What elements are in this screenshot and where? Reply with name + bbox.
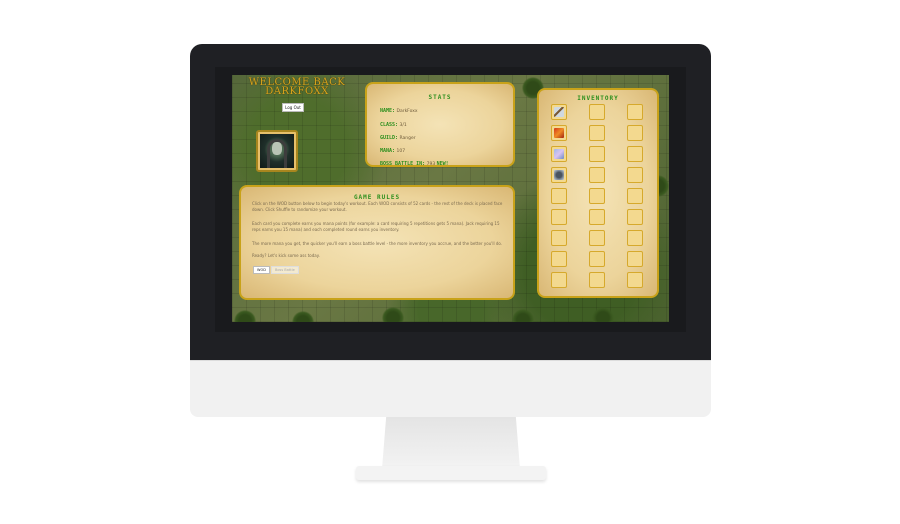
new-badge: NEW! bbox=[436, 161, 449, 167]
crystal-icon bbox=[554, 149, 564, 159]
inventory-slot[interactable] bbox=[551, 188, 567, 204]
username-line: DARKFOXX bbox=[265, 86, 329, 97]
inventory-slot[interactable] bbox=[589, 272, 605, 288]
inventory-slot[interactable] bbox=[551, 125, 567, 141]
game-rules-panel: GAME RULES Click on the WOD button below… bbox=[239, 185, 515, 300]
stat-mana-key: MANA: bbox=[380, 148, 396, 154]
tree bbox=[512, 309, 534, 322]
armor-icon bbox=[554, 170, 564, 180]
boss-battle-button[interactable]: Boss Battle bbox=[271, 266, 299, 274]
monitor-chin bbox=[190, 360, 711, 417]
inventory-slot[interactable] bbox=[589, 146, 605, 162]
rules-paragraph: The more mana you get, the quicker you'l… bbox=[252, 241, 503, 246]
inventory-slot[interactable] bbox=[627, 251, 643, 267]
fire-icon bbox=[554, 128, 564, 138]
inventory-slot[interactable] bbox=[551, 251, 567, 267]
inventory-slot[interactable] bbox=[627, 272, 643, 288]
stat-class: CLASS: 3/1 bbox=[380, 122, 407, 128]
inventory-slot[interactable] bbox=[589, 230, 605, 246]
stat-name-value: DarkFoxx bbox=[396, 109, 418, 114]
tree bbox=[592, 307, 614, 322]
inventory-slot[interactable] bbox=[627, 188, 643, 204]
rules-title: GAME RULES bbox=[353, 194, 401, 201]
welcome-title: WELCOME BACK DARKFOXX bbox=[242, 78, 352, 97]
inventory-slot[interactable] bbox=[627, 125, 643, 141]
inventory-slot[interactable] bbox=[627, 167, 643, 183]
stat-name: NAME: DarkFoxx bbox=[380, 108, 418, 114]
stat-guild-value: Ranger bbox=[399, 136, 416, 141]
stats-panel: STATS NAME: DarkFoxx CLASS: 3/1 GUILD: R… bbox=[365, 82, 515, 167]
inventory-slot[interactable] bbox=[627, 104, 643, 120]
tree bbox=[382, 307, 404, 322]
inventory-slot[interactable] bbox=[627, 230, 643, 246]
logout-button[interactable]: Log Out bbox=[282, 103, 304, 112]
rules-paragraph: Each card you complete earns you mana po… bbox=[252, 221, 500, 232]
stat-guild: GUILD: Ranger bbox=[380, 135, 416, 141]
inventory-slot[interactable] bbox=[551, 272, 567, 288]
inventory-slot[interactable] bbox=[589, 188, 605, 204]
stat-boss-key: BOSS BATTLE IN: bbox=[380, 161, 426, 167]
inventory-slot[interactable] bbox=[551, 104, 567, 120]
tree bbox=[234, 310, 256, 322]
rules-paragraph: Click on the WOD button below to begin t… bbox=[252, 201, 503, 212]
stat-mana: MANA: 107 bbox=[380, 148, 405, 154]
sword-icon bbox=[554, 107, 564, 117]
monitor-stand-foot bbox=[356, 466, 546, 480]
stat-class-key: CLASS: bbox=[380, 122, 399, 128]
avatar bbox=[256, 130, 298, 172]
inventory-slot[interactable] bbox=[551, 146, 567, 162]
monitor-stand-neck bbox=[382, 417, 520, 469]
inventory-title: INVENTORY bbox=[577, 95, 619, 102]
stat-boss-battle: BOSS BATTLE IN: 793 NEW! bbox=[380, 161, 449, 167]
inventory-slot[interactable] bbox=[589, 167, 605, 183]
stat-name-key: NAME: bbox=[380, 108, 396, 114]
inventory-slot[interactable] bbox=[589, 125, 605, 141]
stat-guild-key: GUILD: bbox=[380, 135, 399, 141]
game-app: WELCOME BACK DARKFOXX Log Out STATS NAME… bbox=[232, 75, 669, 322]
stat-boss-value: 793 bbox=[426, 162, 436, 167]
stat-mana-value: 107 bbox=[396, 149, 406, 154]
rules-paragraph: Ready? Let's kick some ass today. bbox=[252, 253, 320, 258]
avatar-portrait bbox=[260, 134, 294, 168]
inventory-slot[interactable] bbox=[627, 209, 643, 225]
inventory-slot[interactable] bbox=[627, 146, 643, 162]
stat-class-value: 3/1 bbox=[399, 123, 407, 128]
inventory-slot[interactable] bbox=[589, 251, 605, 267]
inventory-panel: INVENTORY bbox=[537, 88, 659, 298]
inventory-grid bbox=[551, 104, 643, 288]
avatar-face bbox=[272, 142, 282, 155]
inventory-slot[interactable] bbox=[551, 230, 567, 246]
inventory-slot[interactable] bbox=[551, 167, 567, 183]
wod-button[interactable]: WOD bbox=[253, 266, 270, 274]
inventory-slot[interactable] bbox=[551, 209, 567, 225]
stats-title: STATS bbox=[428, 94, 452, 101]
inventory-slot[interactable] bbox=[589, 209, 605, 225]
inventory-slot[interactable] bbox=[589, 104, 605, 120]
tree bbox=[292, 311, 314, 322]
